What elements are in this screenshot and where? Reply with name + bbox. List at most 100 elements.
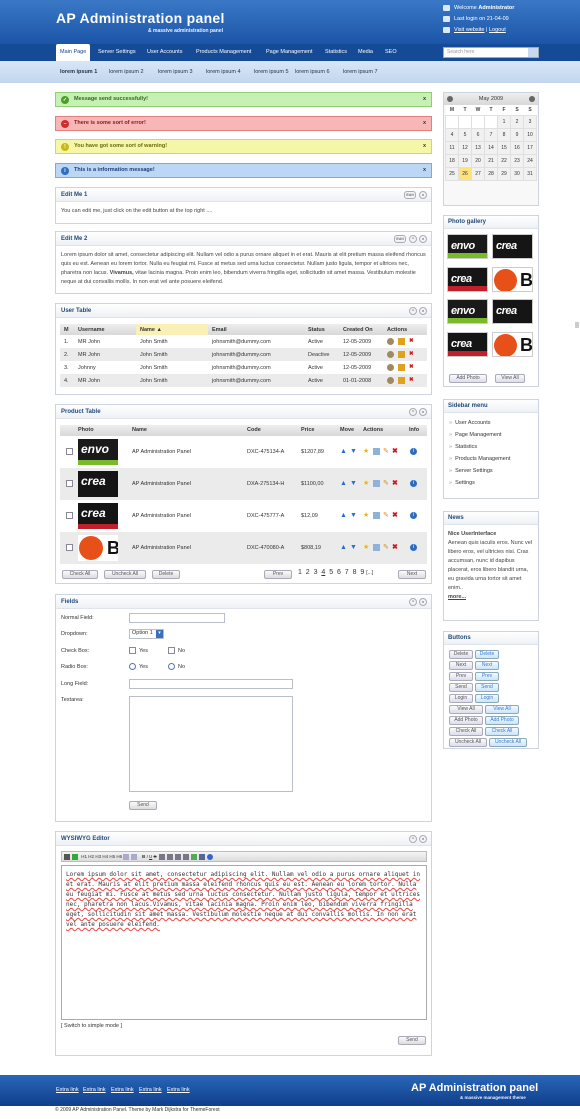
close-icon[interactable]: x	[423, 117, 426, 130]
switch-mode-link[interactable]: [ Switch to simple mode ]	[61, 1023, 122, 1029]
close-icon[interactable]: x	[419, 835, 427, 843]
scroll-handle[interactable]	[575, 322, 579, 328]
long-field-input[interactable]	[129, 679, 293, 689]
calendar-day[interactable]: 19	[458, 153, 472, 168]
collapse-icon[interactable]: ^	[409, 598, 417, 606]
link-icon[interactable]	[199, 853, 206, 860]
calendar-day[interactable]: 29	[497, 166, 511, 181]
calendar-day[interactable]: 30	[510, 166, 524, 181]
edit-button[interactable]: Edit	[394, 235, 406, 243]
page-link[interactable]: 7	[345, 569, 349, 576]
edit-icon[interactable]: ✎	[383, 500, 389, 532]
move-down-icon[interactable]: ▼	[350, 436, 357, 468]
sample-button-hover[interactable]: Prev	[475, 672, 499, 681]
close-icon[interactable]: x	[423, 140, 426, 153]
sidebar-item-server-settings[interactable]: Server Settings	[449, 468, 493, 474]
user-icon[interactable]	[387, 351, 394, 358]
blockquote-icon[interactable]	[131, 853, 138, 860]
normal-field-input[interactable]	[129, 613, 225, 623]
calendar-day[interactable]: 20	[471, 153, 485, 168]
edit-icon[interactable]: ✎	[383, 468, 389, 500]
calendar-day[interactable]: 12	[458, 140, 472, 155]
nav-seo[interactable]: SEO	[381, 44, 401, 61]
h5-button[interactable]: H5	[109, 854, 115, 859]
sample-button-hover[interactable]: Delete	[475, 650, 499, 659]
calendar-day[interactable]: 3	[523, 114, 537, 129]
image-icon[interactable]	[191, 853, 198, 860]
gallery-thumbnail[interactable]: B	[492, 267, 533, 292]
calendar-day[interactable]: 5	[458, 127, 472, 142]
h6-button[interactable]: H6	[116, 854, 122, 859]
h1-button[interactable]: H1	[81, 854, 87, 859]
check-all-button[interactable]: Check All	[62, 570, 98, 579]
gallery-thumbnail[interactable]: envo	[447, 234, 488, 259]
info-icon[interactable]: i	[410, 544, 417, 551]
sidebar-item-user-accounts[interactable]: User Accounts	[449, 420, 490, 426]
sidebar-item-statistics[interactable]: Statistics	[449, 444, 477, 450]
print-icon[interactable]	[64, 853, 70, 860]
star-icon[interactable]: ★	[363, 532, 369, 564]
calendar-day[interactable]: 6	[471, 127, 485, 142]
calendar-day[interactable]: 27	[471, 166, 485, 181]
delete-icon[interactable]: ✖	[409, 364, 414, 371]
sample-button-hover[interactable]: Add Photo	[485, 716, 519, 725]
sample-button[interactable]: Send	[449, 683, 473, 692]
page-link[interactable]: 6	[337, 569, 341, 576]
star-icon[interactable]: ★	[363, 436, 369, 468]
gallery-thumbnail[interactable]: crea	[447, 332, 488, 357]
nav-server-settings[interactable]: Server Settings	[94, 44, 140, 61]
bold-icon[interactable]: B	[142, 854, 145, 859]
edit-icon[interactable]: ✎	[383, 532, 389, 564]
gallery-thumbnail[interactable]: crea	[447, 267, 488, 292]
table-icon[interactable]	[183, 853, 190, 860]
checkbox-yes[interactable]	[129, 647, 136, 654]
nav-statistics[interactable]: Statistics	[321, 44, 351, 61]
calendar-day[interactable]: 2	[510, 114, 524, 129]
delete-icon[interactable]: ✖	[392, 468, 398, 500]
lock-icon[interactable]	[398, 364, 405, 371]
move-up-icon[interactable]: ▲	[340, 468, 347, 500]
move-up-icon[interactable]: ▲	[340, 436, 347, 468]
user-icon[interactable]	[387, 338, 394, 345]
image-icon[interactable]	[373, 448, 380, 455]
close-icon[interactable]: x	[419, 235, 427, 243]
subnav-item-1[interactable]: lorem ipsum 1	[60, 61, 97, 83]
sample-button[interactable]: Add Photo	[449, 716, 483, 725]
calendar-day[interactable]: 25	[445, 166, 459, 181]
row-checkbox[interactable]	[66, 448, 73, 455]
close-icon[interactable]: x	[419, 191, 427, 199]
page-link-current[interactable]: 4	[321, 569, 325, 576]
image-icon[interactable]	[373, 544, 380, 551]
footer-link[interactable]: Extra link	[56, 1087, 79, 1093]
move-down-icon[interactable]: ▼	[350, 532, 357, 564]
subnav-item-3[interactable]: lorem ipsum 3	[158, 61, 193, 83]
calendar-day-today[interactable]: 26	[458, 166, 472, 181]
calendar-day[interactable]: 21	[484, 153, 498, 168]
move-down-icon[interactable]: ▼	[350, 468, 357, 500]
sample-button[interactable]: Uncheck All	[449, 738, 487, 747]
send-button[interactable]: Send	[129, 801, 157, 810]
collapse-icon[interactable]: ^	[409, 307, 417, 315]
collapse-icon[interactable]: ^	[409, 235, 417, 243]
nav-main-page[interactable]: Main Page	[56, 44, 91, 61]
textarea-input[interactable]	[129, 696, 293, 792]
gallery-thumbnail[interactable]: crea	[492, 234, 533, 259]
sample-button[interactable]: View All	[449, 705, 483, 714]
nav-page-management[interactable]: Page Management	[262, 44, 316, 61]
prev-button[interactable]: Prev	[264, 570, 292, 579]
delete-icon[interactable]: ✖	[392, 532, 398, 564]
sample-button-hover[interactable]: Next	[475, 661, 499, 670]
row-checkbox[interactable]	[66, 480, 73, 487]
calendar-day[interactable]: 14	[484, 140, 498, 155]
strike-icon[interactable]: S	[154, 854, 157, 859]
paragraph-icon[interactable]	[123, 853, 130, 860]
star-icon[interactable]: ★	[363, 500, 369, 532]
sample-button[interactable]: Next	[449, 661, 473, 670]
user-icon[interactable]	[387, 364, 394, 371]
move-down-icon[interactable]: ▼	[350, 500, 357, 532]
calendar-day[interactable]: 10	[523, 127, 537, 142]
delete-icon[interactable]: ✖	[392, 500, 398, 532]
sample-button-hover[interactable]: Login	[475, 694, 499, 703]
move-up-icon[interactable]: ▲	[340, 532, 347, 564]
sidebar-item-settings[interactable]: Settings	[449, 480, 475, 486]
